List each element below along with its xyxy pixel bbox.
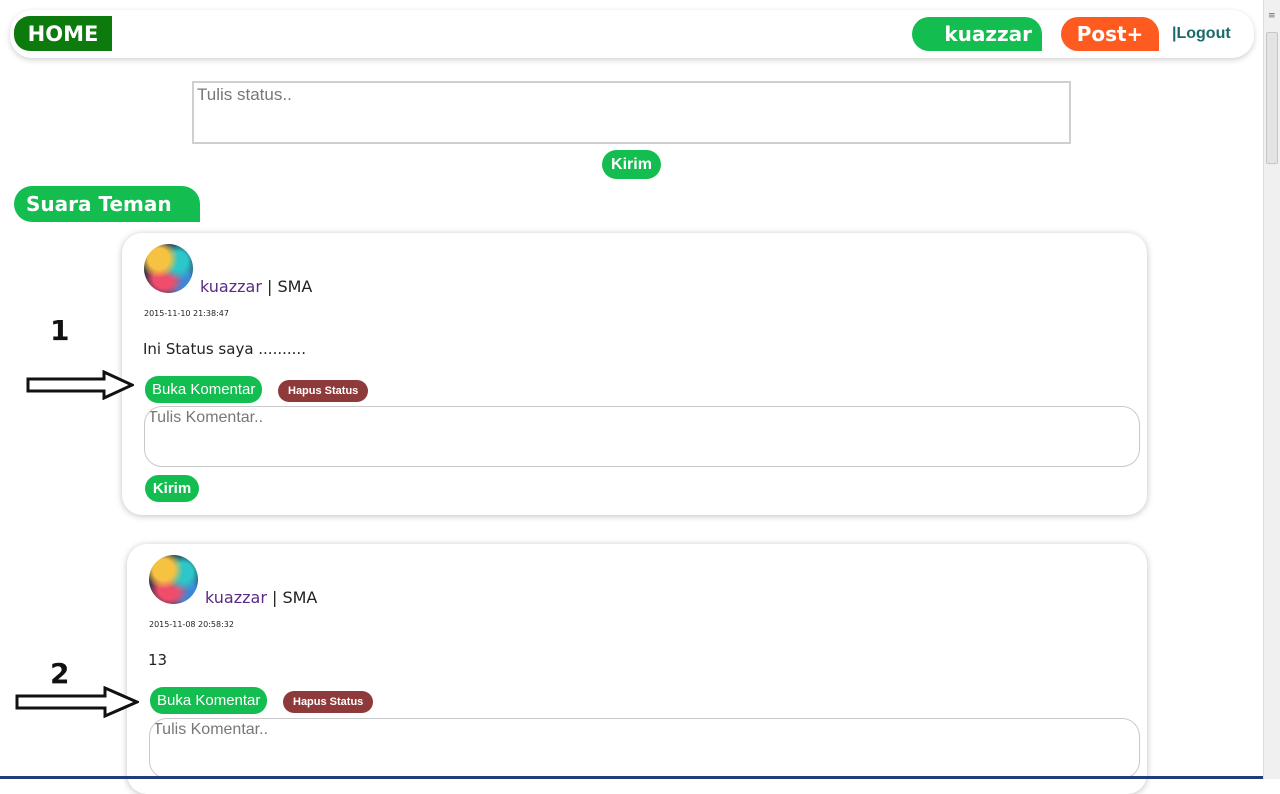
section-title: Suara Teman: [14, 186, 200, 222]
right-arrow-icon: [15, 686, 139, 718]
top-navbar: HOME kuazzar Post+ |Logout: [10, 10, 1254, 58]
status-post: kuazzar | SMA 2015-11-10 21:38:47 Ini St…: [122, 233, 1147, 515]
post-author: kuazzar | SMA: [205, 588, 317, 607]
delete-status-button[interactable]: Hapus Status: [283, 691, 374, 713]
author-link[interactable]: kuazzar: [200, 277, 262, 296]
right-arrow-icon: [26, 370, 134, 400]
scrollbar-grip-icon: ≡: [1268, 11, 1276, 21]
home-button[interactable]: HOME: [14, 16, 112, 51]
post-timestamp: 2015-11-10 21:38:47: [144, 309, 229, 318]
post-timestamp: 2015-11-08 20:58:32: [149, 620, 234, 629]
author-separator: |: [266, 588, 283, 607]
status-input[interactable]: [192, 81, 1071, 144]
annotation-number: 1: [50, 314, 70, 347]
author-separator: |: [261, 277, 278, 296]
comment-input[interactable]: [149, 718, 1140, 779]
open-comments-button[interactable]: Buka Komentar: [150, 687, 268, 714]
post-content: 13: [148, 651, 168, 669]
logout-link[interactable]: |Logout: [1172, 25, 1231, 43]
author-link[interactable]: kuazzar: [205, 588, 267, 607]
avatar[interactable]: [149, 555, 198, 604]
author-group: SMA: [277, 277, 313, 296]
open-comments-button[interactable]: Buka Komentar: [145, 376, 263, 403]
scrollbar-thumb[interactable]: [1266, 32, 1278, 164]
author-group: SMA: [282, 588, 318, 607]
post-author: kuazzar | SMA: [200, 277, 312, 296]
send-status-button[interactable]: Kirim: [602, 150, 661, 179]
status-post: kuazzar | SMA 2015-11-08 20:58:32 13 Buk…: [127, 544, 1147, 794]
new-post-button[interactable]: Post+: [1061, 17, 1159, 51]
delete-status-button[interactable]: Hapus Status: [278, 380, 369, 402]
comment-input[interactable]: [144, 406, 1140, 467]
profile-button[interactable]: kuazzar: [912, 17, 1042, 51]
send-comment-button[interactable]: Kirim: [145, 475, 199, 502]
page-scrollbar[interactable]: ≡: [1263, 0, 1280, 779]
post-content: Ini Status saya ..........: [143, 340, 306, 358]
avatar[interactable]: [144, 244, 193, 293]
